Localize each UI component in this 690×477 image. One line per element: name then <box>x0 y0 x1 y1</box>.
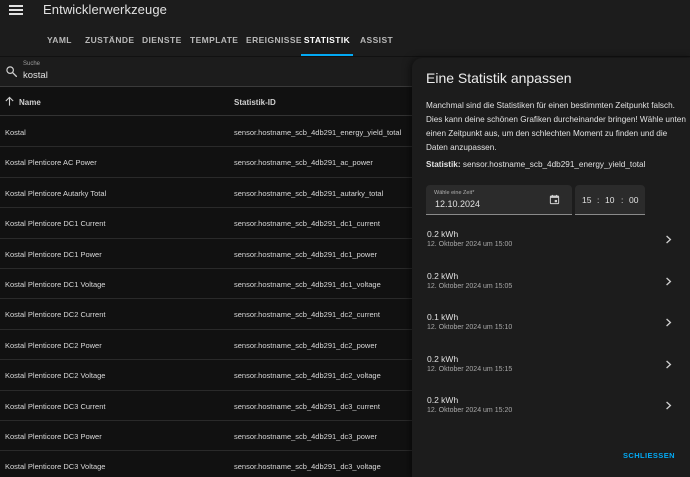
entry-value: 0.2 kWh <box>427 270 459 281</box>
row-statistic-id: sensor.hostname_scb_4db291_dc1_current <box>234 219 380 229</box>
statistic-entries-list: 0.2 kWh 12. Oktober 2024 um 15:00 0.2 kW… <box>412 216 690 424</box>
arrow-up-icon[interactable] <box>4 96 15 107</box>
row-statistic-id: sensor.hostname_scb_4db291_dc3_power <box>234 431 378 441</box>
chevron-right-icon <box>666 318 672 327</box>
date-picker-value: 12.10.2024 <box>435 199 481 209</box>
time-separator: : <box>621 195 624 205</box>
column-header-statistic-id[interactable]: Statistik-ID <box>234 98 276 107</box>
time-hours-input[interactable]: 15 <box>582 195 591 205</box>
time-seconds-input[interactable]: 00 <box>629 195 638 205</box>
close-button[interactable]: SCHLIESSEN <box>623 451 675 460</box>
list-item[interactable]: 0.2 kWh 12. Oktober 2024 um 15:00 <box>412 216 690 258</box>
list-item[interactable]: 0.1 kWh 12. Oktober 2024 um 15:10 <box>412 299 690 341</box>
menu-icon[interactable] <box>9 3 23 15</box>
row-name: Kostal Plenticore DC3 Power <box>5 431 102 441</box>
tab-statistics[interactable]: STATISTIK <box>301 22 353 56</box>
entry-value: 0.2 kWh <box>427 353 459 364</box>
row-name: Kostal Plenticore Autarky Total <box>5 188 107 198</box>
search-label: Suche <box>23 61 41 67</box>
row-statistic-id: sensor.hostname_scb_4db291_dc2_current <box>234 310 380 320</box>
time-separator: : <box>597 195 600 205</box>
chevron-right-icon <box>666 276 672 286</box>
dialog-statistic: Statistik: sensor.hostname_scb_4db291_en… <box>426 160 645 169</box>
date-picker-label: Wähle eine Zeit* <box>434 190 475 196</box>
dialog-title: Eine Statistik anpassen <box>426 70 572 86</box>
tab-assist[interactable]: ASSIST <box>360 22 393 56</box>
tab-template[interactable]: TEMPLATE <box>190 22 238 56</box>
entry-value: 0.2 kWh <box>427 395 459 405</box>
date-picker-field[interactable]: Wähle eine Zeit* 12.10.2024 <box>426 185 572 215</box>
search-icon <box>6 66 18 78</box>
time-input-field: 15 : 10 : 00 <box>575 185 645 215</box>
row-name: Kostal Plenticore DC3 Current <box>5 401 106 411</box>
calendar-icon[interactable] <box>549 194 560 205</box>
entry-date: 12. Oktober 2024 um 15:20 <box>427 407 513 414</box>
adjust-statistic-dialog: Eine Statistik anpassen Manchmal sind di… <box>412 58 690 477</box>
row-statistic-id: sensor.hostname_scb_4db291_ac_power <box>234 158 373 168</box>
statistic-id: sensor.hostname_scb_4db291_energy_yield_… <box>462 160 646 169</box>
row-name: Kostal Plenticore DC3 Voltage <box>5 462 106 472</box>
dialog-description: Manchmal sind die Statistiken für einen … <box>426 101 686 152</box>
list-item[interactable]: 0.2 kWh 12. Oktober 2024 um 15:20 <box>412 382 690 424</box>
tab-yaml[interactable]: YAML <box>47 22 72 56</box>
entry-value: 0.1 kWh <box>427 312 459 322</box>
row-statistic-id: sensor.hostname_scb_4db291_dc1_voltage <box>234 279 381 289</box>
entry-date: 12. Oktober 2024 um 15:10 <box>427 324 513 331</box>
row-statistic-id: sensor.hostname_scb_4db291_autarky_total <box>234 188 384 198</box>
row-name: Kostal Plenticore DC2 Power <box>5 340 102 350</box>
column-header-name[interactable]: Name <box>19 98 41 107</box>
row-name: Kostal Plenticore DC2 Current <box>5 310 106 320</box>
entry-date: 12. Oktober 2024 um 15:05 <box>427 282 513 290</box>
row-name: Kostal <box>5 128 26 137</box>
list-item[interactable]: 0.2 kWh 12. Oktober 2024 um 15:15 <box>412 341 690 383</box>
row-name: Kostal Plenticore DC1 Current <box>5 219 106 229</box>
row-statistic-id: sensor.hostname_scb_4db291_dc1_power <box>234 249 378 259</box>
tab-bar: YAML ZUSTÄNDE DIENSTE TEMPLATE EREIGNISS… <box>0 22 690 56</box>
row-name: Kostal Plenticore DC2 Voltage <box>5 371 106 381</box>
tab-states[interactable]: ZUSTÄNDE <box>85 22 134 56</box>
search-input[interactable]: kostal <box>23 70 48 81</box>
row-name: Kostal Plenticore DC1 Power <box>5 249 102 259</box>
row-statistic-id: sensor.hostname_scb_4db291_dc2_power <box>234 340 378 350</box>
chevron-right-icon <box>666 359 672 369</box>
entry-date: 12. Oktober 2024 um 15:00 <box>427 241 513 248</box>
entry-date: 12. Oktober 2024 um 15:15 <box>427 365 513 373</box>
tab-events[interactable]: EREIGNISSE <box>246 22 302 56</box>
list-item[interactable]: 0.2 kWh 12. Oktober 2024 um 15:05 <box>412 258 690 300</box>
page-title: Entwicklerwerkzeuge <box>43 2 168 17</box>
entry-value: 0.2 kWh <box>427 229 459 239</box>
tab-services[interactable]: DIENSTE <box>142 22 181 56</box>
statistic-label: Statistik: <box>426 160 461 169</box>
row-statistic-id: sensor.hostname_scb_4db291_dc3_current <box>234 401 380 411</box>
row-statistic-id: sensor.hostname_scb_4db291_dc2_voltage <box>234 371 381 381</box>
chevron-right-icon <box>666 235 672 244</box>
row-statistic-id: sensor.hostname_scb_4db291_energy_yield_… <box>234 128 402 137</box>
row-statistic-id: sensor.hostname_scb_4db291_dc3_voltage <box>234 462 381 472</box>
chevron-right-icon <box>666 401 672 410</box>
row-name: Kostal Plenticore DC1 Voltage <box>5 279 106 289</box>
row-name: Kostal Plenticore AC Power <box>5 158 97 168</box>
time-minutes-input[interactable]: 10 <box>605 195 614 205</box>
